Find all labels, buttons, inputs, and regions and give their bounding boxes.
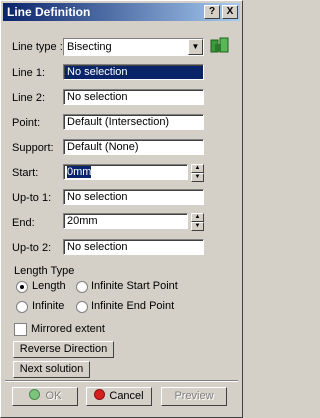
ok-button[interactable]: OK <box>12 387 78 406</box>
start-label: Start: <box>12 167 39 179</box>
end-input[interactable]: 20mm <box>63 213 188 229</box>
mirrored-checkbox[interactable] <box>14 323 27 336</box>
radio-infinite-start-label[interactable]: Infinite Start Point <box>91 280 178 292</box>
separator <box>5 380 238 382</box>
length-type-label: Length Type <box>14 265 75 277</box>
next-solution-button[interactable]: Next solution <box>13 361 90 378</box>
upto1-field[interactable]: No selection <box>63 189 204 205</box>
support-label: Support: <box>12 142 54 154</box>
spin-up-icon[interactable]: ▲ <box>191 164 204 173</box>
help-button[interactable]: ? <box>204 5 220 19</box>
chevron-down-icon[interactable]: ▼ <box>188 39 203 55</box>
cancel-label: Cancel <box>109 390 144 402</box>
line2-label: Line 2: <box>12 92 46 104</box>
line-type-dropdown[interactable]: Bisecting ▼ <box>63 38 204 56</box>
upto2-label: Up-to 2: <box>12 242 52 254</box>
line-type-value: Bisecting <box>67 41 112 53</box>
ok-icon <box>28 389 40 400</box>
spin-up-icon[interactable]: ▲ <box>191 213 204 222</box>
line1-label: Line 1: <box>12 67 46 79</box>
dialog-title: Line Definition <box>7 5 91 19</box>
radio-infinite-start[interactable] <box>76 281 88 293</box>
line-tool-icon[interactable] <box>209 36 231 56</box>
radio-length[interactable] <box>16 281 28 293</box>
title-bar[interactable]: Line Definition ? X <box>3 3 240 21</box>
radio-length-label[interactable]: Length <box>32 280 66 292</box>
line-type-label: Line type : <box>12 41 63 53</box>
spin-down-icon[interactable]: ▼ <box>191 222 204 231</box>
upto2-field[interactable]: No selection <box>63 239 204 255</box>
point-label: Point: <box>12 117 41 129</box>
spin-down-icon[interactable]: ▼ <box>191 173 204 182</box>
preview-button[interactable]: Preview <box>161 387 227 406</box>
start-value: 0mm <box>67 166 92 178</box>
radio-infinite-end[interactable] <box>76 301 88 313</box>
radio-infinite[interactable] <box>16 301 28 313</box>
start-input[interactable]: 0mm <box>63 164 188 180</box>
upto1-label: Up-to 1: <box>12 192 52 204</box>
end-label: End: <box>12 217 35 229</box>
radio-infinite-label[interactable]: Infinite <box>32 300 64 312</box>
end-spinner[interactable]: ▲ ▼ <box>191 213 204 231</box>
start-spinner[interactable]: ▲ ▼ <box>191 164 204 182</box>
point-field[interactable]: Default (Intersection) <box>63 114 204 130</box>
line2-field[interactable]: No selection <box>63 89 204 105</box>
mirrored-label[interactable]: Mirrored extent <box>31 323 105 335</box>
reverse-direction-button[interactable]: Reverse Direction <box>13 341 114 358</box>
cancel-button[interactable]: Cancel <box>86 387 152 406</box>
ok-label: OK <box>45 390 62 402</box>
line-definition-dialog: Line Definition ? X Line type : Bisectin… <box>0 0 243 418</box>
close-button[interactable]: X <box>222 5 238 19</box>
support-field[interactable]: Default (None) <box>63 139 204 155</box>
cancel-icon <box>94 389 106 400</box>
radio-infinite-end-label[interactable]: Infinite End Point <box>91 300 174 312</box>
line1-field[interactable]: No selection <box>63 64 204 80</box>
